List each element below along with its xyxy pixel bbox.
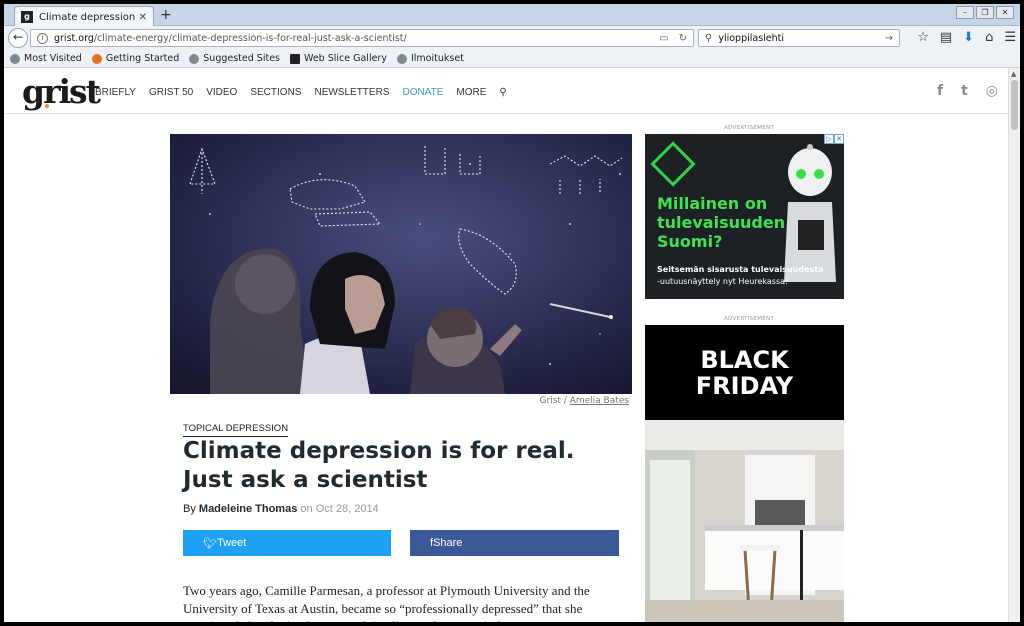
article-body: Two years ago, Camille Parmesan, a profe…	[183, 583, 590, 622]
nav-briefly[interactable]: BRIEFLY	[95, 87, 136, 98]
site-header: grist BRIEFLY GRIST 50 VIDEO SECTIONS NE…	[4, 68, 1008, 114]
back-button[interactable]: ←	[8, 28, 28, 48]
bookmark-getting-started[interactable]: Getting Started	[91, 53, 180, 64]
bookmark-star-icon[interactable]: ☆	[917, 30, 929, 45]
url-domain: grist.org	[54, 32, 94, 44]
ad-headline: Millainen on tulevaisuuden Suomi?	[657, 194, 786, 251]
logo-accent-dot	[45, 104, 49, 108]
close-tab-icon[interactable]: ✕	[139, 12, 147, 23]
bookmark-web-slice-gallery[interactable]: Web Slice Gallery	[290, 53, 387, 64]
grist-logo[interactable]: grist	[22, 72, 101, 111]
byline: By Madeleine Thomas on Oct 28, 2014	[183, 503, 379, 515]
address-bar[interactable]: i grist.org/climate-energy/climate-depre…	[30, 29, 694, 47]
navigation-bar: ← i grist.org/climate-energy/climate-dep…	[4, 26, 1020, 50]
ad-heureka[interactable]: ▷ ✕ Millainen on tulevaisuuden Suomi? Se…	[645, 134, 844, 299]
ad-subtitle-2: -uutuusnäyttely nyt Heurekassa!	[657, 277, 789, 286]
publish-date: Oct 28, 2014	[315, 503, 379, 515]
grist-favicon-icon: g	[21, 11, 33, 23]
tab-active[interactable]: g Climate depression is for r... ✕	[14, 6, 154, 27]
bookmark-ilmoitukset[interactable]: Ilmoitukset	[396, 53, 464, 64]
reader-view-icon[interactable]: ▭	[659, 33, 668, 44]
scroll-thumb[interactable]	[1011, 80, 1018, 130]
scroll-up-arrow-icon[interactable]: ▲	[1011, 70, 1016, 78]
nav-video[interactable]: VIDEO	[206, 87, 237, 98]
web-slice-icon	[290, 53, 300, 64]
tab-title: Climate depression is for r...	[39, 11, 135, 23]
ad-label-2: ADVERTISEMENT	[724, 316, 775, 322]
share-label: Share	[433, 537, 463, 549]
tab-strip: g Climate depression is for r... ✕ + – ❐…	[4, 4, 1020, 27]
bookmarks-menu-icon[interactable]: ▤	[940, 30, 952, 45]
nav-grist-50[interactable]: GRIST 50	[149, 87, 193, 98]
window-controls: – ❐ ✕	[956, 6, 1014, 19]
credit-link[interactable]: Amelia Bates	[570, 396, 629, 406]
nav-donate[interactable]: DONATE	[402, 87, 443, 98]
toolbar-icons: ☆ ▤ ⬇ ⌂ ☰	[917, 30, 1016, 45]
instagram-icon[interactable]: ◎	[986, 83, 998, 99]
bookmark-label: Suggested Sites	[203, 53, 280, 64]
nav-sections[interactable]: SECTIONS	[250, 87, 301, 98]
restore-button[interactable]: ❐	[976, 6, 994, 19]
new-tab-button[interactable]: +	[160, 7, 172, 23]
image-credit: Grist / Amelia Bates	[170, 396, 629, 406]
search-go-icon[interactable]: →	[885, 33, 893, 44]
date-prefix: on	[297, 503, 316, 515]
ad-black-friday[interactable]: BLACK FRIDAY	[645, 325, 844, 622]
twitter-bird-icon: 🐦︎	[203, 537, 217, 550]
url-text[interactable]: grist.org/climate-energy/climate-depress…	[54, 33, 649, 44]
social-links: f t ◎	[937, 83, 998, 99]
search-icon[interactable]: ⚲	[499, 87, 506, 98]
minimize-button[interactable]: –	[956, 6, 974, 19]
url-path: /climate-energy/climate-depression-is-fo…	[93, 32, 407, 44]
nav-more[interactable]: MORE	[456, 87, 486, 98]
facebook-icon[interactable]: f	[937, 83, 943, 99]
credit-prefix: Grist /	[539, 396, 570, 406]
search-input[interactable]: ylioppilaslehti	[718, 33, 884, 44]
twitter-icon[interactable]: t	[961, 83, 968, 99]
web-page: grist BRIEFLY GRIST 50 VIDEO SECTIONS NE…	[4, 68, 1008, 622]
browser-window: g Climate depression is for r... ✕ + – ❐…	[4, 4, 1020, 622]
ad-subtitle-1: Seitsemän sisarusta tulevaisuudesta	[657, 265, 824, 274]
nav-newsletters[interactable]: NEWSLETTERS	[314, 87, 389, 98]
ad-label-1: ADVERTISEMENT	[724, 125, 775, 131]
ad2-title: BLACK FRIDAY	[695, 346, 794, 400]
hero-illustration	[170, 134, 632, 394]
download-icon[interactable]: ⬇	[963, 30, 974, 45]
bookmark-label: Getting Started	[105, 53, 180, 64]
globe-icon	[396, 53, 407, 64]
page-scrollbar[interactable]: ▲	[1008, 68, 1020, 622]
menu-icon[interactable]: ☰	[1004, 30, 1016, 45]
by-label: By	[183, 503, 199, 515]
ie-icon	[189, 53, 200, 64]
gear-icon	[10, 53, 20, 64]
search-bar[interactable]: ⚲ ylioppilaslehti →	[698, 29, 900, 47]
close-window-button[interactable]: ✕	[996, 6, 1014, 19]
heureka-logo-icon	[650, 141, 696, 187]
site-info-icon[interactable]: i	[37, 32, 48, 44]
main-nav: BRIEFLY GRIST 50 VIDEO SECTIONS NEWSLETT…	[95, 87, 507, 98]
bookmark-label: Ilmoitukset	[410, 53, 464, 64]
article-kicker[interactable]: TOPICAL DEPRESSION	[183, 423, 289, 437]
article-headline: Climate depression is for real. Just ask…	[183, 438, 575, 493]
kitchen-photo	[645, 420, 844, 622]
bookmark-label: Web Slice Gallery	[304, 53, 387, 64]
firefox-icon	[91, 53, 102, 64]
author-link[interactable]: Madeleine Thomas	[199, 503, 297, 515]
bookmark-most-visited[interactable]: Most Visited	[10, 53, 82, 64]
reload-icon[interactable]: ↻	[679, 33, 687, 44]
bookmarks-toolbar: Most Visited Getting Started Suggested S…	[4, 50, 1020, 68]
bookmark-suggested-sites[interactable]: Suggested Sites	[189, 53, 280, 64]
tweet-label: Tweet	[216, 537, 247, 549]
tweet-button[interactable]: 🐦︎ Tweet	[183, 530, 391, 556]
home-icon[interactable]: ⌂	[985, 30, 993, 45]
search-icon: ⚲	[705, 32, 713, 44]
share-button[interactable]: f Share	[410, 530, 619, 556]
bookmark-label: Most Visited	[24, 53, 82, 64]
